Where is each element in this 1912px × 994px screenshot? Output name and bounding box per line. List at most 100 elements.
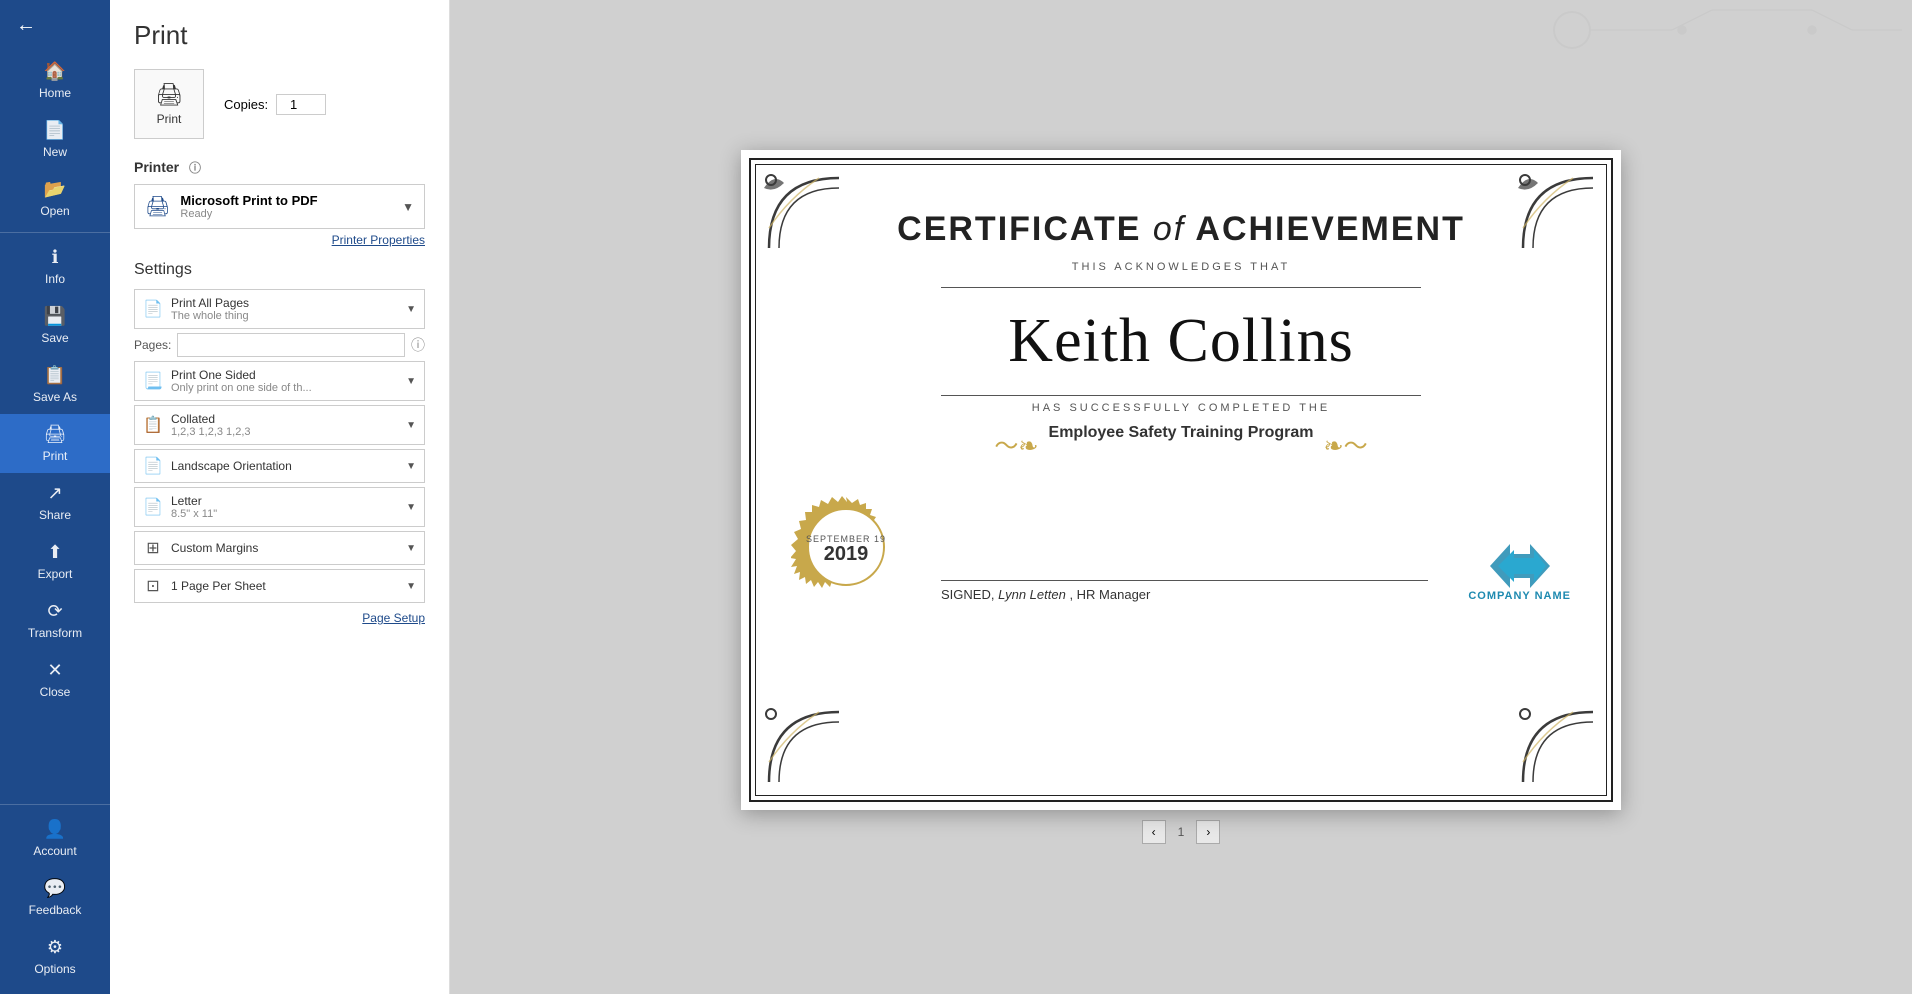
- print-range-setting[interactable]: 📄 Print All Pages The whole thing ▼: [134, 289, 425, 329]
- cert-bottom: SEPTEMBER 19 2019 SIGNED, Lynn Letten , …: [791, 492, 1571, 602]
- printer-selector[interactable]: 🖨 Microsoft Print to PDF Ready ▼: [134, 184, 425, 229]
- orientation-icon: 📄: [143, 456, 163, 476]
- print-button[interactable]: 🖨 Print: [134, 69, 204, 139]
- info-icon: ℹ: [52, 247, 59, 268]
- new-icon: 📄: [44, 120, 66, 141]
- printer-section-label: Printer ⓘ: [134, 159, 425, 176]
- orientation-main: Landscape Orientation: [171, 459, 398, 473]
- sidebar-item-export[interactable]: ⬆ Export: [0, 532, 110, 591]
- cert-corner-bl: [759, 691, 849, 792]
- sidebar-item-home[interactable]: 🏠 Home: [0, 51, 110, 110]
- sidebar-item-options[interactable]: ⚙ Options: [0, 927, 110, 986]
- orientation-text: Landscape Orientation: [171, 459, 398, 473]
- sides-icon: 📃: [143, 371, 163, 391]
- cert-divider-bottom: [941, 395, 1421, 396]
- pages-info-icon[interactable]: ⓘ: [411, 335, 425, 355]
- copies-input[interactable]: [276, 94, 326, 115]
- sidebar-item-transform[interactable]: ⟳ Transform: [0, 591, 110, 650]
- sidebar-item-save[interactable]: 💾 Save: [0, 296, 110, 355]
- print-controls-row: 🖨 Print Copies:: [134, 69, 425, 139]
- print-range-arrow: ▼: [406, 304, 416, 315]
- sidebar-item-save-as[interactable]: 📋 Save As: [0, 355, 110, 414]
- cert-corner-br: [1513, 691, 1603, 792]
- settings-section-label: Settings: [134, 261, 425, 279]
- printer-name: Microsoft Print to PDF: [180, 193, 317, 208]
- cert-completed-text: HAS SUCCESSFULLY COMPLETED THE: [1032, 402, 1330, 414]
- sidebar-item-feedback[interactable]: 💬 Feedback: [0, 868, 110, 927]
- collation-sub: 1,2,3 1,2,3 1,2,3: [171, 426, 398, 438]
- sidebar-item-label: Feedback: [29, 903, 82, 917]
- prev-page-button[interactable]: ‹: [1142, 820, 1166, 844]
- sidebar-item-close[interactable]: ✕ Close: [0, 650, 110, 709]
- cert-divider-top: [941, 287, 1421, 288]
- page-number: 1: [1178, 825, 1185, 839]
- cert-acknowledges: THIS ACKNOWLEDGES THAT: [1072, 261, 1290, 273]
- margins-setting[interactable]: ⊞ Custom Margins ▼: [134, 531, 425, 565]
- printer-device-icon: 🖨: [145, 194, 170, 219]
- orientation-setting[interactable]: 📄 Landscape Orientation ▼: [134, 449, 425, 483]
- printer-properties-link[interactable]: Printer Properties: [134, 233, 425, 247]
- print-range-sub: The whole thing: [171, 310, 398, 322]
- sidebar-divider-1: [0, 232, 110, 233]
- sides-text: Print One Sided Only print on one side o…: [171, 368, 398, 394]
- transform-icon: ⟳: [47, 601, 62, 622]
- sidebar-item-label: Share: [39, 508, 71, 522]
- sidebar-item-account[interactable]: 👤 Account: [0, 809, 110, 868]
- sidebar-item-label: Options: [34, 962, 75, 976]
- open-icon: 📂: [44, 179, 66, 200]
- collation-setting[interactable]: 📋 Collated 1,2,3 1,2,3 1,2,3 ▼: [134, 405, 425, 445]
- sidebar-item-label: Close: [40, 685, 71, 699]
- cert-logo-text: COMPANY NAME: [1468, 590, 1571, 602]
- signed-name: Lynn Letten: [998, 587, 1066, 602]
- printer-info-icon[interactable]: ⓘ: [189, 161, 201, 175]
- deco-left: 〜❧: [994, 426, 1038, 461]
- copies-label: Copies:: [224, 97, 268, 112]
- page-title: Print: [134, 20, 425, 51]
- signed-label: SIGNED,: [941, 587, 994, 602]
- sides-setting[interactable]: 📃 Print One Sided Only print on one side…: [134, 361, 425, 401]
- print-range-icon: 📄: [143, 299, 163, 319]
- margins-icon: ⊞: [143, 538, 163, 558]
- printer-info: Microsoft Print to PDF Ready: [180, 193, 317, 220]
- bg-decoration: [1512, 0, 1912, 80]
- pages-per-sheet-main: 1 Page Per Sheet: [171, 579, 398, 593]
- sidebar-item-label: Open: [40, 204, 69, 218]
- sidebar-item-print[interactable]: 🖨 Print: [0, 414, 110, 473]
- pages-per-sheet-text: 1 Page Per Sheet: [171, 579, 398, 593]
- collation-arrow: ▼: [406, 420, 416, 431]
- preview-area: CERTIFICATE of ACHIEVEMENT THIS ACKNOWLE…: [450, 0, 1912, 994]
- cert-sign-text: SIGNED, Lynn Letten , HR Manager: [941, 587, 1428, 602]
- cert-decorative-row: 〜❧ Employee Safety Training Program ❧〜: [994, 424, 1367, 462]
- sidebar-item-label: Print: [43, 449, 68, 463]
- sidebar-item-label: Account: [33, 844, 76, 858]
- feedback-icon: 💬: [44, 878, 66, 899]
- margins-arrow: ▼: [406, 543, 416, 554]
- page-setup-link[interactable]: Page Setup: [134, 611, 425, 625]
- collation-main: Collated: [171, 412, 398, 426]
- paper-setting[interactable]: 📄 Letter 8.5" x 11" ▼: [134, 487, 425, 527]
- sidebar-item-label: Save As: [33, 390, 77, 404]
- print-btn-label: Print: [157, 112, 182, 126]
- cert-title: CERTIFICATE of ACHIEVEMENT: [897, 210, 1465, 249]
- next-page-button[interactable]: ›: [1196, 820, 1220, 844]
- account-icon: 👤: [44, 819, 66, 840]
- copies-row: Copies:: [224, 94, 326, 115]
- deco-right: ❧〜: [1323, 426, 1367, 461]
- sidebar-item-info[interactable]: ℹ Info: [0, 237, 110, 296]
- margins-main: Custom Margins: [171, 541, 398, 555]
- cert-title-text: CERTIFICATE of ACHIEVEMENT: [897, 210, 1465, 248]
- pages-per-sheet-arrow: ▼: [406, 581, 416, 592]
- pages-input[interactable]: [177, 333, 405, 357]
- sidebar-item-label: Transform: [28, 626, 82, 640]
- certificate-preview: CERTIFICATE of ACHIEVEMENT THIS ACKNOWLE…: [741, 150, 1621, 810]
- cert-program: Employee Safety Training Program: [1049, 424, 1314, 442]
- cert-logo: COMPANY NAME: [1468, 544, 1571, 602]
- pages-per-sheet-setting[interactable]: ⊡ 1 Page Per Sheet ▼: [134, 569, 425, 603]
- sidebar-item-share[interactable]: ↗ Share: [0, 473, 110, 532]
- back-button[interactable]: ←: [0, 0, 110, 51]
- sidebar-item-open[interactable]: 📂 Open: [0, 169, 110, 228]
- paper-sub: 8.5" x 11": [171, 508, 398, 520]
- paper-text: Letter 8.5" x 11": [171, 494, 398, 520]
- sidebar-item-new[interactable]: 📄 New: [0, 110, 110, 169]
- paper-arrow: ▼: [406, 502, 416, 513]
